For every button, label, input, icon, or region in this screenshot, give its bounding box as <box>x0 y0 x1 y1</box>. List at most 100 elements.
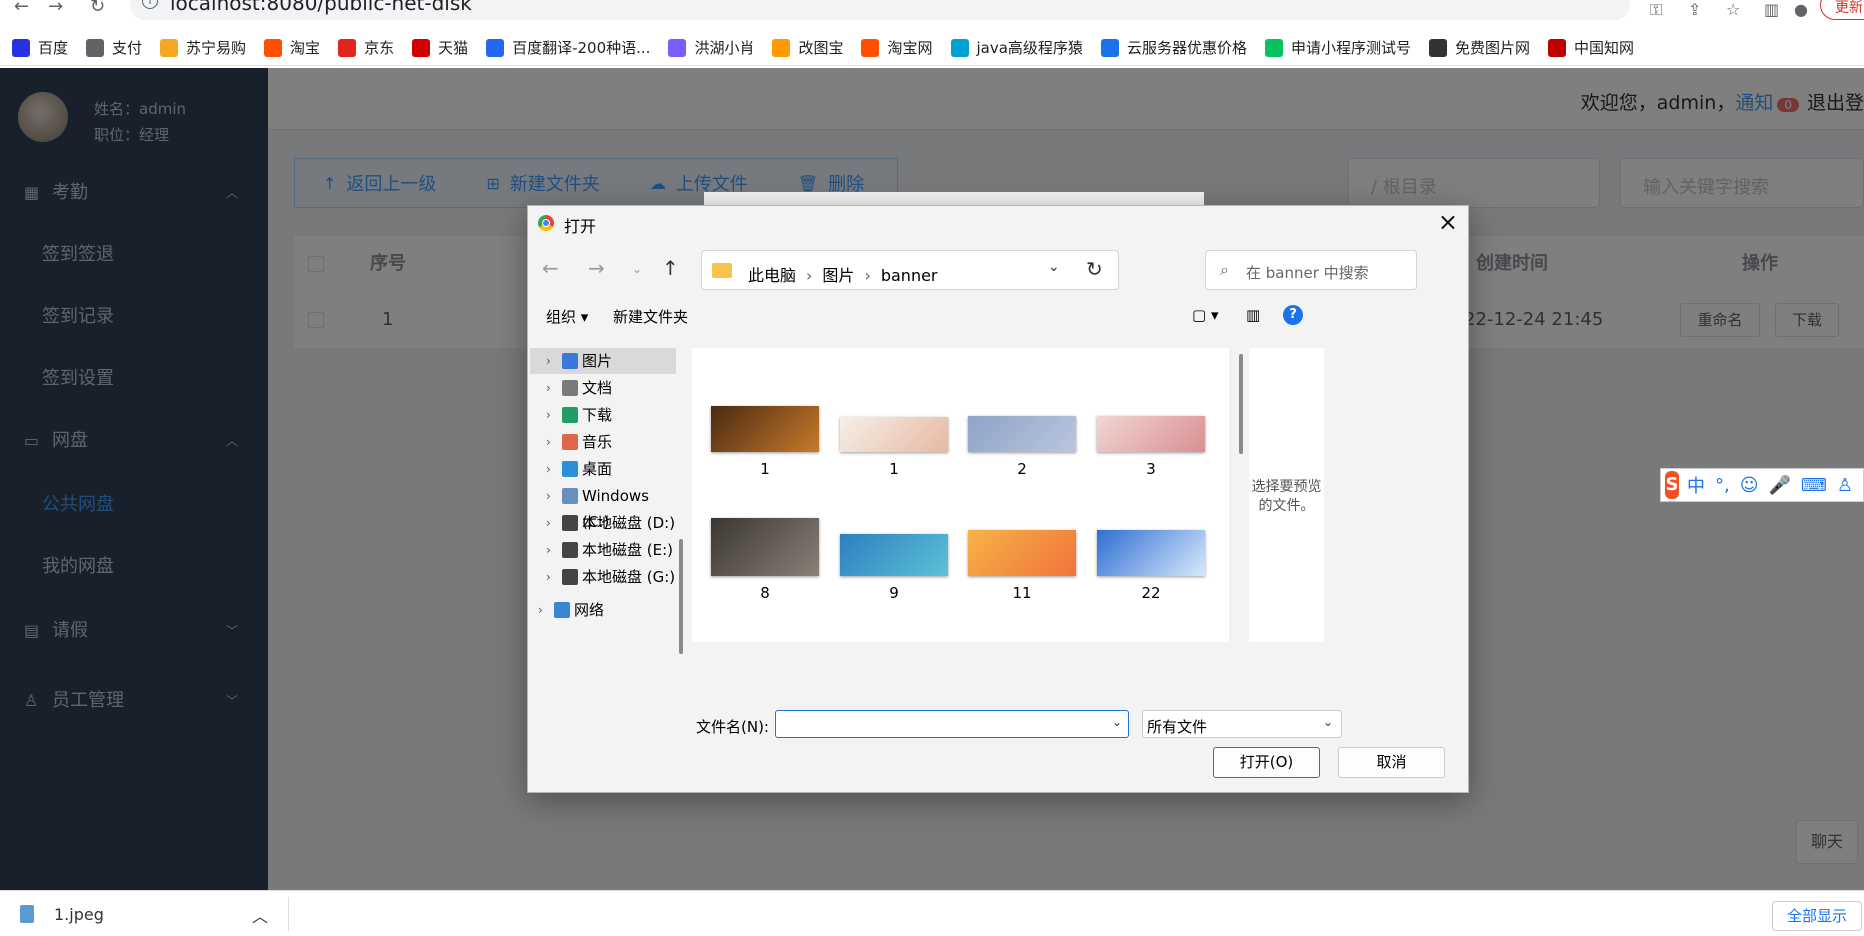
file-tile[interactable]: 1 <box>839 417 949 478</box>
chevron-right-icon[interactable]: › <box>546 537 551 563</box>
bookmark-item[interactable]: 中国知网 <box>1547 37 1634 58</box>
preview-pane-icon[interactable]: ▥ <box>1246 306 1260 324</box>
tree-item[interactable]: › 网络 <box>530 597 676 623</box>
chevron-right-icon[interactable]: › <box>546 402 551 428</box>
chevron-right-icon[interactable]: › <box>538 597 543 623</box>
keyboard-icon[interactable]: ⌨ <box>1801 475 1827 496</box>
dialog-title: 打开 <box>564 217 597 236</box>
bookmark-item[interactable]: 淘宝 <box>264 37 320 58</box>
tree-item[interactable]: › 本地磁盘 (D:) <box>530 510 676 536</box>
sidepanel-icon[interactable]: ▥ <box>1764 0 1779 19</box>
download-item[interactable]: 1.jpeg <box>54 905 104 924</box>
ime-lang[interactable]: 中 <box>1687 472 1705 498</box>
sogou-icon[interactable]: S <box>1665 471 1679 499</box>
tree-scrollbar[interactable] <box>679 539 683 654</box>
crumb-pictures[interactable]: 图片 <box>822 266 854 285</box>
file-tile[interactable]: 2 <box>967 416 1077 478</box>
file-tile[interactable]: 11 <box>967 530 1077 602</box>
share-icon[interactable]: ⇪ <box>1688 0 1701 19</box>
help-icon[interactable]: ? <box>1283 305 1303 325</box>
bookmark-item[interactable]: 改图宝 <box>772 37 843 58</box>
image-thumbnail <box>968 530 1076 576</box>
image-thumbnail <box>840 534 948 576</box>
open-button[interactable]: 打开(O) <box>1213 747 1320 778</box>
microphone-icon[interactable]: 🎤 <box>1768 475 1790 496</box>
bookmark-item[interactable]: 支付 <box>86 37 142 58</box>
show-all-button[interactable]: 全部显示 <box>1772 901 1862 931</box>
dialog-nav: ← → ⌄ ↑ 此电脑 › 图片 › banner ⌄ ↻ ⌕ 在 banner 中搜索 <box>528 250 1468 290</box>
reload-icon[interactable]: ↻ <box>90 0 105 17</box>
organize-button[interactable]: 组织 ▾ <box>546 306 588 327</box>
file-tile[interactable]: 22 <box>1096 530 1206 602</box>
bookmark-item[interactable]: 申请小程序测试号 <box>1264 37 1411 58</box>
windows-drive-icon <box>562 488 578 504</box>
file-name: 2 <box>1017 460 1027 478</box>
emoji-icon[interactable]: ☺ <box>1740 475 1759 496</box>
bookmark-item[interactable]: 天猫 <box>412 37 468 58</box>
tree-item[interactable]: › 本地磁盘 (G:) <box>530 564 676 590</box>
dialog-search-input[interactable]: ⌕ 在 banner 中搜索 <box>1205 250 1417 290</box>
chevron-right-icon[interactable]: › <box>546 456 551 482</box>
image-thumbnail <box>711 518 819 576</box>
filetype-select[interactable]: 所有文件 ⌄ <box>1142 710 1342 738</box>
url-text: localhost:8080/public-net-disk <box>170 0 472 15</box>
tree-item[interactable]: › 文档 <box>530 375 676 401</box>
back-icon[interactable]: ← <box>14 0 29 17</box>
person-icon[interactable]: ♙ <box>1837 475 1853 496</box>
file-tile[interactable]: 8 <box>710 518 820 602</box>
chevron-down-icon[interactable]: ⌄ <box>1112 715 1122 729</box>
close-icon[interactable]: × <box>1438 208 1458 236</box>
profile-icon[interactable]: ● <box>1794 0 1808 19</box>
file-tile[interactable]: 1 <box>710 406 820 478</box>
path-bar[interactable]: 此电脑 › 图片 › banner ⌄ ↻ <box>701 250 1119 290</box>
forward-icon[interactable]: → <box>48 0 63 17</box>
new-folder-button[interactable]: 新建文件夹 <box>613 306 688 327</box>
bookmark-item[interactable]: java高级程序猿 <box>950 37 1083 58</box>
bookmark-item[interactable]: 百度 <box>12 37 68 58</box>
star-icon[interactable]: ☆ <box>1726 0 1740 19</box>
info-icon[interactable]: i <box>142 0 158 9</box>
file-tile[interactable]: 3 <box>1096 416 1206 478</box>
view-icon[interactable]: ▢ ▾ <box>1192 306 1218 324</box>
key-icon[interactable]: ⚿ <box>1650 0 1662 20</box>
update-button[interactable]: 更新 <box>1820 0 1864 20</box>
ime-punct[interactable]: °, <box>1715 475 1730 496</box>
chevron-right-icon[interactable]: › <box>546 429 551 455</box>
drive-icon <box>562 515 578 531</box>
bookmark-item[interactable]: 京东 <box>338 37 394 58</box>
bookmark-item[interactable]: 免费图片网 <box>1428 37 1530 58</box>
filename-input[interactable]: ⌄ <box>775 710 1129 738</box>
crumb-banner[interactable]: banner <box>881 266 938 285</box>
tree-item[interactable]: › 音乐 <box>530 429 676 455</box>
bookmark-item[interactable]: 淘宝网 <box>861 37 933 58</box>
files-scrollbar[interactable] <box>1239 354 1243 454</box>
chevron-right-icon[interactable]: › <box>546 375 551 401</box>
chevron-right-icon[interactable]: › <box>546 564 551 590</box>
crumb-this-pc[interactable]: 此电脑 <box>748 266 796 285</box>
refresh-icon[interactable]: ↻ <box>1086 257 1103 281</box>
tree-item[interactable]: › 下载 <box>530 402 676 428</box>
open-file-dialog: 打开 × ← → ⌄ ↑ 此电脑 › 图片 › banner ⌄ ↻ ⌕ 在 banne… <box>527 205 1469 793</box>
recent-chevron-icon[interactable]: ⌄ <box>632 262 642 276</box>
chevron-right-icon[interactable]: › <box>546 510 551 536</box>
tree-item[interactable]: › 本地磁盘 (E:) <box>530 537 676 563</box>
chevron-right-icon[interactable]: › <box>546 483 551 509</box>
tree-item[interactable]: › Windows (C:) <box>530 483 676 531</box>
file-name: 8 <box>760 584 770 602</box>
back-icon[interactable]: ← <box>542 256 559 280</box>
chevron-right-icon[interactable]: › <box>546 348 551 374</box>
chevron-down-icon[interactable]: ⌄ <box>1048 259 1060 275</box>
tree-item[interactable]: › 图片 <box>530 348 676 374</box>
bookmark-item[interactable]: 洪湖小肖 <box>668 37 754 58</box>
forward-icon[interactable]: → <box>588 256 605 280</box>
chevron-up-icon[interactable]: ︿ <box>252 903 268 927</box>
cloud-icon <box>1100 38 1119 57</box>
up-icon[interactable]: ↑ <box>662 256 679 280</box>
bookmark-item[interactable]: 苏宁易购 <box>160 37 246 58</box>
tree-item[interactable]: › 桌面 <box>530 456 676 482</box>
bookmark-item[interactable]: 云服务器优惠价格 <box>1100 37 1247 58</box>
file-tile[interactable]: 9 <box>839 534 949 602</box>
address-bar[interactable]: i localhost:8080/public-net-disk <box>130 0 1630 20</box>
bookmark-item[interactable]: 百度翻译-200种语... <box>486 37 650 58</box>
cancel-button[interactable]: 取消 <box>1338 747 1445 778</box>
